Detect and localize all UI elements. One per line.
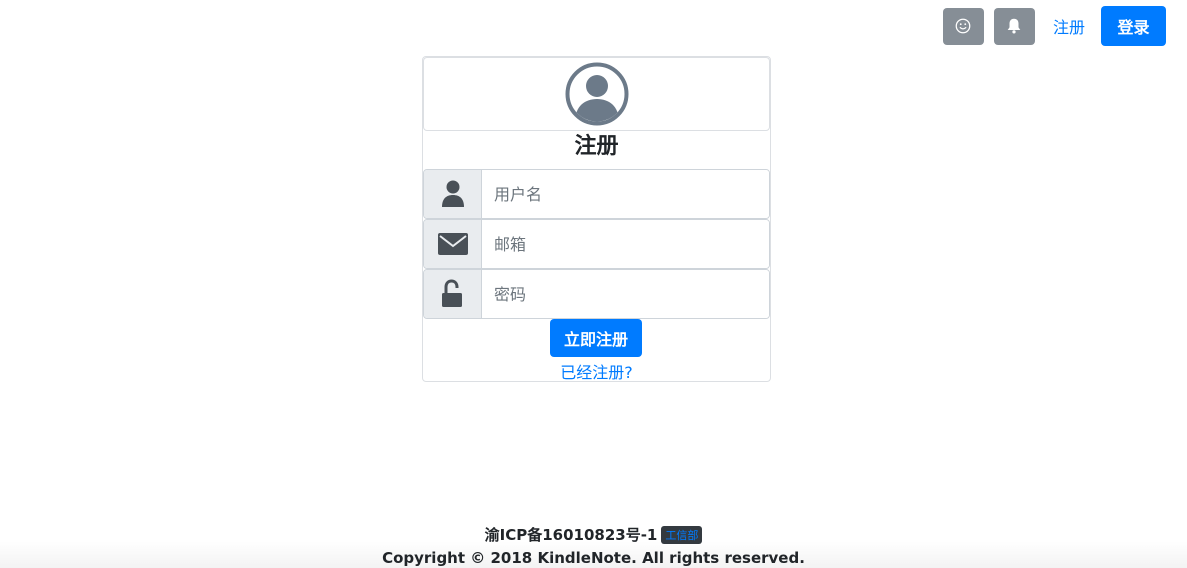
nav-register-link[interactable]: 注册 xyxy=(1053,14,1085,38)
notifications-button[interactable] xyxy=(993,7,1035,45)
footer: 渝ICP备16010823号-1 工信部 Copyright © 2018 Ki… xyxy=(0,520,1187,568)
user-icon xyxy=(441,180,464,207)
form-title: 注册 xyxy=(574,134,619,159)
password-input[interactable] xyxy=(482,270,769,318)
emoji-button[interactable] xyxy=(942,7,984,45)
icp-line: 渝ICP备16010823号-1 工信部 xyxy=(0,524,1187,545)
username-group xyxy=(423,169,770,219)
unlock-icon xyxy=(441,279,462,307)
username-addon xyxy=(424,170,482,218)
envelope-icon xyxy=(437,233,468,255)
email-addon xyxy=(424,220,482,268)
bell-icon xyxy=(1008,18,1021,34)
password-group xyxy=(423,269,770,319)
register-card: 注册 立即注册 已经注册? xyxy=(422,56,771,382)
miit-badge[interactable]: 工信部 xyxy=(661,525,703,544)
login-button[interactable]: 登录 xyxy=(1101,6,1166,46)
email-input[interactable] xyxy=(482,220,769,268)
avatar-box xyxy=(423,57,770,131)
register-submit-button[interactable]: 立即注册 xyxy=(550,319,642,357)
icp-number: 渝ICP备16010823号-1 xyxy=(484,526,658,544)
email-group xyxy=(423,219,770,269)
user-circle-icon xyxy=(565,62,628,126)
already-registered-link[interactable]: 已经注册? xyxy=(423,359,770,383)
smiley-icon xyxy=(956,18,971,34)
top-nav: 注册 登录 xyxy=(942,6,1166,46)
copyright-text: Copyright © 2018 KindleNote. All rights … xyxy=(382,549,805,567)
username-input[interactable] xyxy=(482,170,769,218)
password-addon xyxy=(424,270,482,318)
